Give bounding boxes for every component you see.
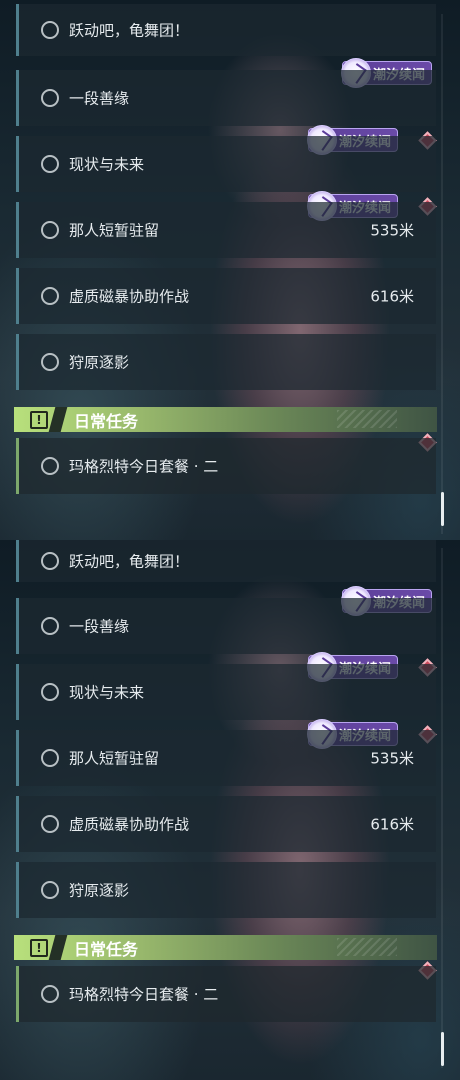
quest-name: 虚质磁暴协助作战 xyxy=(69,287,190,306)
quest-row[interactable]: 狩原逐影 xyxy=(16,862,436,918)
quest-name: 虚质磁暴协助作战 xyxy=(69,815,190,834)
radio-icon[interactable] xyxy=(41,155,59,173)
quest-name: 跃动吧，龟舞团！ xyxy=(69,21,190,40)
radio-icon[interactable] xyxy=(41,353,59,371)
radio-icon[interactable] xyxy=(41,985,59,1003)
quest-row[interactable]: 虚质磁暴协助作战 616米 xyxy=(16,796,436,852)
quest-distance: 535米 xyxy=(370,749,414,768)
radio-icon[interactable] xyxy=(41,881,59,899)
quest-distance: 616米 xyxy=(370,815,414,834)
radio-icon[interactable] xyxy=(41,815,59,833)
section-title: 日常任务 xyxy=(74,411,139,431)
radio-icon[interactable] xyxy=(41,552,59,570)
quest-row-daily[interactable]: 玛格烈特今日套餐 · 二 xyxy=(16,966,436,1022)
quest-name: 一段善缘 xyxy=(69,89,130,108)
daily-quests-header[interactable]: ! 日常任务 xyxy=(14,407,437,432)
quest-row[interactable]: 那人短暂驻留 535米 xyxy=(16,730,436,786)
quest-name: 现状与未来 xyxy=(69,155,145,174)
quest-name: 玛格烈特今日套餐 · 二 xyxy=(69,985,219,1004)
quest-name: 狩原逐影 xyxy=(69,353,130,372)
radio-icon[interactable] xyxy=(41,457,59,475)
header-tab-mark xyxy=(48,935,68,960)
scrollbar-track[interactable] xyxy=(441,14,443,534)
quest-row[interactable]: 现状与未来 xyxy=(16,664,436,720)
quest-name: 现状与未来 xyxy=(69,683,145,702)
quest-name: 玛格烈特今日套餐 · 二 xyxy=(69,457,219,476)
exclamation-icon: ! xyxy=(30,411,48,429)
radio-icon[interactable] xyxy=(41,683,59,701)
quest-row[interactable]: 那人短暂驻留 535米 xyxy=(16,202,436,258)
radio-icon[interactable] xyxy=(41,287,59,305)
section-title: 日常任务 xyxy=(74,939,139,959)
header-decoration xyxy=(337,938,397,956)
quest-row[interactable]: 虚质磁暴协助作战 616米 xyxy=(16,268,436,324)
scrollbar-track[interactable] xyxy=(441,548,443,1068)
quest-name: 跃动吧，龟舞团！ xyxy=(69,552,190,571)
quest-name: 那人短暂驻留 xyxy=(69,749,160,768)
quest-row[interactable]: 狩原逐影 xyxy=(16,334,436,390)
quest-distance: 535米 xyxy=(370,221,414,240)
quest-row[interactable]: 现状与未来 xyxy=(16,136,436,192)
scrollbar-thumb[interactable] xyxy=(441,492,444,526)
quest-name: 狩原逐影 xyxy=(69,881,130,900)
daily-quests-header[interactable]: ! 日常任务 xyxy=(14,935,437,960)
exclamation-icon: ! xyxy=(30,939,48,957)
radio-icon[interactable] xyxy=(41,21,59,39)
quest-row[interactable]: 一段善缘 xyxy=(16,598,436,654)
radio-icon[interactable] xyxy=(41,221,59,239)
header-tab-mark xyxy=(48,407,68,432)
radio-icon[interactable] xyxy=(41,89,59,107)
radio-icon[interactable] xyxy=(41,617,59,635)
quest-row[interactable]: 跃动吧，龟舞团！ xyxy=(16,540,436,582)
quest-distance: 616米 xyxy=(370,287,414,306)
header-decoration xyxy=(337,410,397,428)
quest-panel-top: 跃动吧，龟舞团！ 潮汐续闻 一段善缘 潮汐续闻 现状与未来 潮汐续闻 那人短暂驻… xyxy=(0,0,460,540)
radio-icon[interactable] xyxy=(41,749,59,767)
quest-row[interactable]: 跃动吧，龟舞团！ xyxy=(16,4,436,56)
scrollbar-thumb[interactable] xyxy=(441,1032,444,1066)
quest-row-daily[interactable]: 玛格烈特今日套餐 · 二 xyxy=(16,438,436,494)
quest-panel-bottom: 跃动吧，龟舞团！ 潮汐续闻 一段善缘 潮汐续闻 现状与未来 潮汐续闻 那人短暂驻… xyxy=(0,540,460,1080)
quest-row[interactable]: 一段善缘 xyxy=(16,70,436,126)
quest-name: 那人短暂驻留 xyxy=(69,221,160,240)
quest-name: 一段善缘 xyxy=(69,617,130,636)
